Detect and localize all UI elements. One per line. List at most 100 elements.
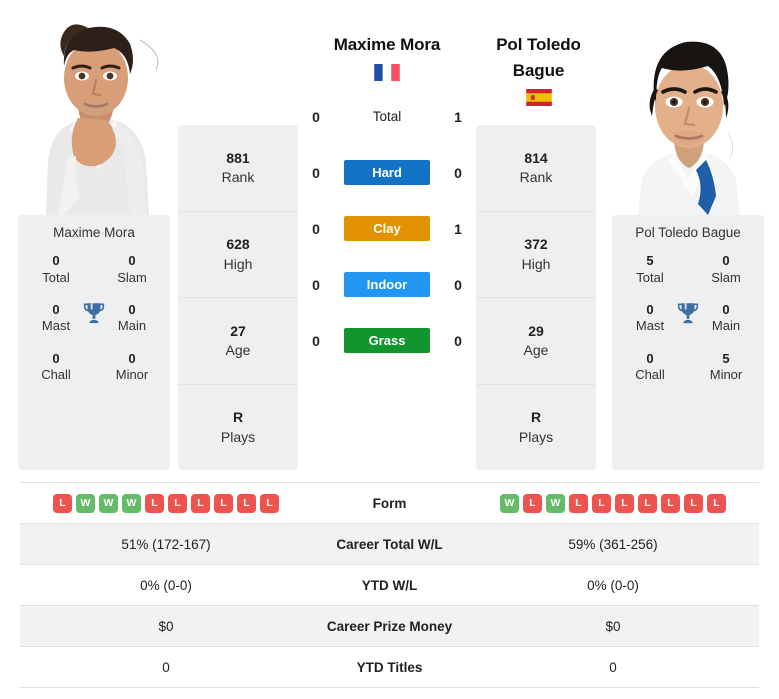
form-badge-loss: L: [684, 493, 703, 513]
h2h-row-indoor: 0 Indoor 0: [298, 257, 476, 313]
titles-row: 0 Total 0 Slam: [18, 252, 170, 286]
right-stat-high: 372 High: [476, 212, 596, 298]
title-value: 0: [52, 253, 60, 268]
left-player-titles-panel: Maxime Mora 0 Total 0 Slam 0 Mast 0 Main…: [18, 215, 170, 470]
form-badge-loss: L: [214, 493, 233, 513]
title-stat-minor: 0 Minor: [108, 350, 156, 384]
title-value: 5: [646, 253, 654, 268]
title-value: 0: [52, 350, 60, 366]
right-player-name-line1[interactable]: Pol Toledo: [466, 32, 611, 58]
comparison-header: Maxime Mora 0 Total 0 Slam 0 Mast 0 Main…: [0, 0, 779, 470]
title-value: 0: [646, 301, 654, 317]
stat-label: Age: [225, 342, 251, 359]
left-ytd-titles: 0: [162, 659, 170, 675]
title-stat-minor: 5 Minor: [702, 350, 750, 384]
left-player-portrait-image: [18, 10, 170, 215]
stat-label: Age: [523, 342, 549, 359]
left-stat-rank: 881 Rank: [178, 125, 298, 212]
trophy-icon: [81, 300, 107, 331]
title-stat-mast: 0 Mast: [626, 301, 674, 335]
stat-value: R: [530, 409, 542, 426]
title-stat-main: 0 Main: [702, 301, 750, 335]
title-label: Mast: [635, 318, 665, 334]
left-stat-high: 628 High: [178, 212, 298, 298]
stat-label: Plays: [220, 428, 256, 445]
h2h-right-count: 0: [454, 164, 462, 181]
title-label: Total: [42, 269, 70, 285]
head-to-head-list: 0 Total 1 0 Hard 0 0 Clay 1 0 Indoor 0 0…: [298, 89, 476, 369]
surface-badge-clay[interactable]: Clay: [344, 216, 430, 241]
h2h-row-hard: 0 Hard 0: [298, 145, 476, 201]
form-badge-loss: L: [592, 493, 611, 513]
surface-badge-hard[interactable]: Hard: [344, 160, 430, 185]
stat-value: 814: [524, 149, 548, 166]
title-stat-total: 5 Total: [626, 252, 674, 286]
stat-value: 628: [226, 236, 250, 253]
title-label: Slam: [711, 269, 741, 285]
left-form-cell: LWWWLLLLLL: [20, 483, 312, 524]
left-career-wl: 51% (172-167): [121, 536, 211, 552]
form-badge-loss: L: [638, 493, 657, 513]
left-stat-plays: R Plays: [178, 385, 298, 471]
title-value: 0: [128, 350, 136, 366]
right-player-photo-column: Pol Toledo Bague 5 Total 0 Slam 0 Mast 0…: [606, 10, 774, 470]
row-label-ytd-wl: YTD W/L: [361, 577, 418, 593]
left-stat-age: 27 Age: [178, 298, 298, 385]
stat-label: Rank: [519, 169, 553, 186]
title-stat-mast: 0 Mast: [32, 301, 80, 335]
h2h-left-count: 0: [312, 220, 320, 237]
left-player-photo-column: Maxime Mora 0 Total 0 Slam 0 Mast 0 Main…: [0, 10, 170, 470]
left-ytd-wl: 0% (0-0): [140, 577, 192, 593]
left-titles-player-name: Maxime Mora: [53, 225, 135, 240]
title-value: 5: [722, 350, 730, 366]
left-player-name[interactable]: Maxime Mora: [334, 32, 441, 58]
form-badge-loss: L: [145, 493, 164, 513]
titles-row: 0 Chall 5 Minor: [612, 350, 764, 384]
stat-label: Rank: [221, 169, 255, 186]
stat-value: R: [232, 409, 244, 426]
right-player-portrait-image: [612, 10, 764, 215]
form-badge-win: W: [99, 493, 118, 513]
stat-label: High: [223, 255, 253, 272]
form-badge-loss: L: [661, 493, 680, 513]
right-player-name-line2[interactable]: Bague: [466, 58, 611, 84]
france-flag-icon: [374, 63, 400, 81]
h2h-left-count: 0: [312, 108, 320, 125]
left-titles-rows: 0 Total 0 Slam 0 Mast 0 Main 0 Chall 0 M…: [18, 252, 170, 383]
title-value: 0: [722, 253, 730, 268]
right-stat-rank: 814 Rank: [476, 125, 596, 212]
h2h-left-count: 0: [312, 164, 320, 181]
form-badge-loss: L: [569, 493, 588, 513]
trophy-icon: [675, 300, 701, 331]
right-form-strip: WLWLLLLLLL: [467, 493, 759, 513]
left-prize-money: $0: [158, 618, 174, 634]
row-label-prize-money: Career Prize Money: [326, 618, 453, 634]
right-ytd-titles: 0: [609, 659, 617, 675]
right-titles-player-name: Pol Toledo Bague: [635, 225, 741, 240]
title-label: Chall: [41, 367, 71, 383]
surface-badge-indoor[interactable]: Indoor: [344, 272, 430, 297]
form-badge-win: W: [546, 493, 565, 513]
title-stat-chall: 0 Chall: [32, 350, 80, 384]
form-badge-loss: L: [53, 493, 72, 513]
title-label: Mast: [41, 318, 71, 334]
row-label-ytd-titles: YTD Titles: [356, 659, 423, 675]
form-badge-loss: L: [707, 493, 726, 513]
comparison-stats-table: LWWWLLLLLL Form WLWLLLLLLL 51% (172-167)…: [20, 482, 759, 688]
title-label: Total: [636, 269, 664, 285]
right-player-titles-panel: Pol Toledo Bague 5 Total 0 Slam 0 Mast 0…: [612, 215, 764, 470]
right-stat-plays: R Plays: [476, 385, 596, 471]
spain-flag-icon: [525, 89, 552, 106]
head-to-head-column: Maxime Mora 0 Total 1 0 Hard 0 0 Clay 1 …: [298, 10, 476, 470]
h2h-right-count: 1: [454, 220, 462, 237]
title-label: Chall: [635, 367, 665, 383]
form-badge-loss: L: [615, 493, 634, 513]
title-value: 0: [722, 301, 730, 317]
table-row-prize-money: $0 Career Prize Money $0: [20, 605, 759, 647]
h2h-label-total: Total: [372, 109, 402, 124]
left-player-photo: [18, 10, 170, 215]
title-stat-chall: 0 Chall: [626, 350, 674, 384]
surface-badge-grass[interactable]: Grass: [344, 328, 430, 353]
title-label: Main: [117, 318, 147, 334]
table-row-career-wl: 51% (172-167) Career Total W/L 59% (361-…: [20, 523, 759, 565]
